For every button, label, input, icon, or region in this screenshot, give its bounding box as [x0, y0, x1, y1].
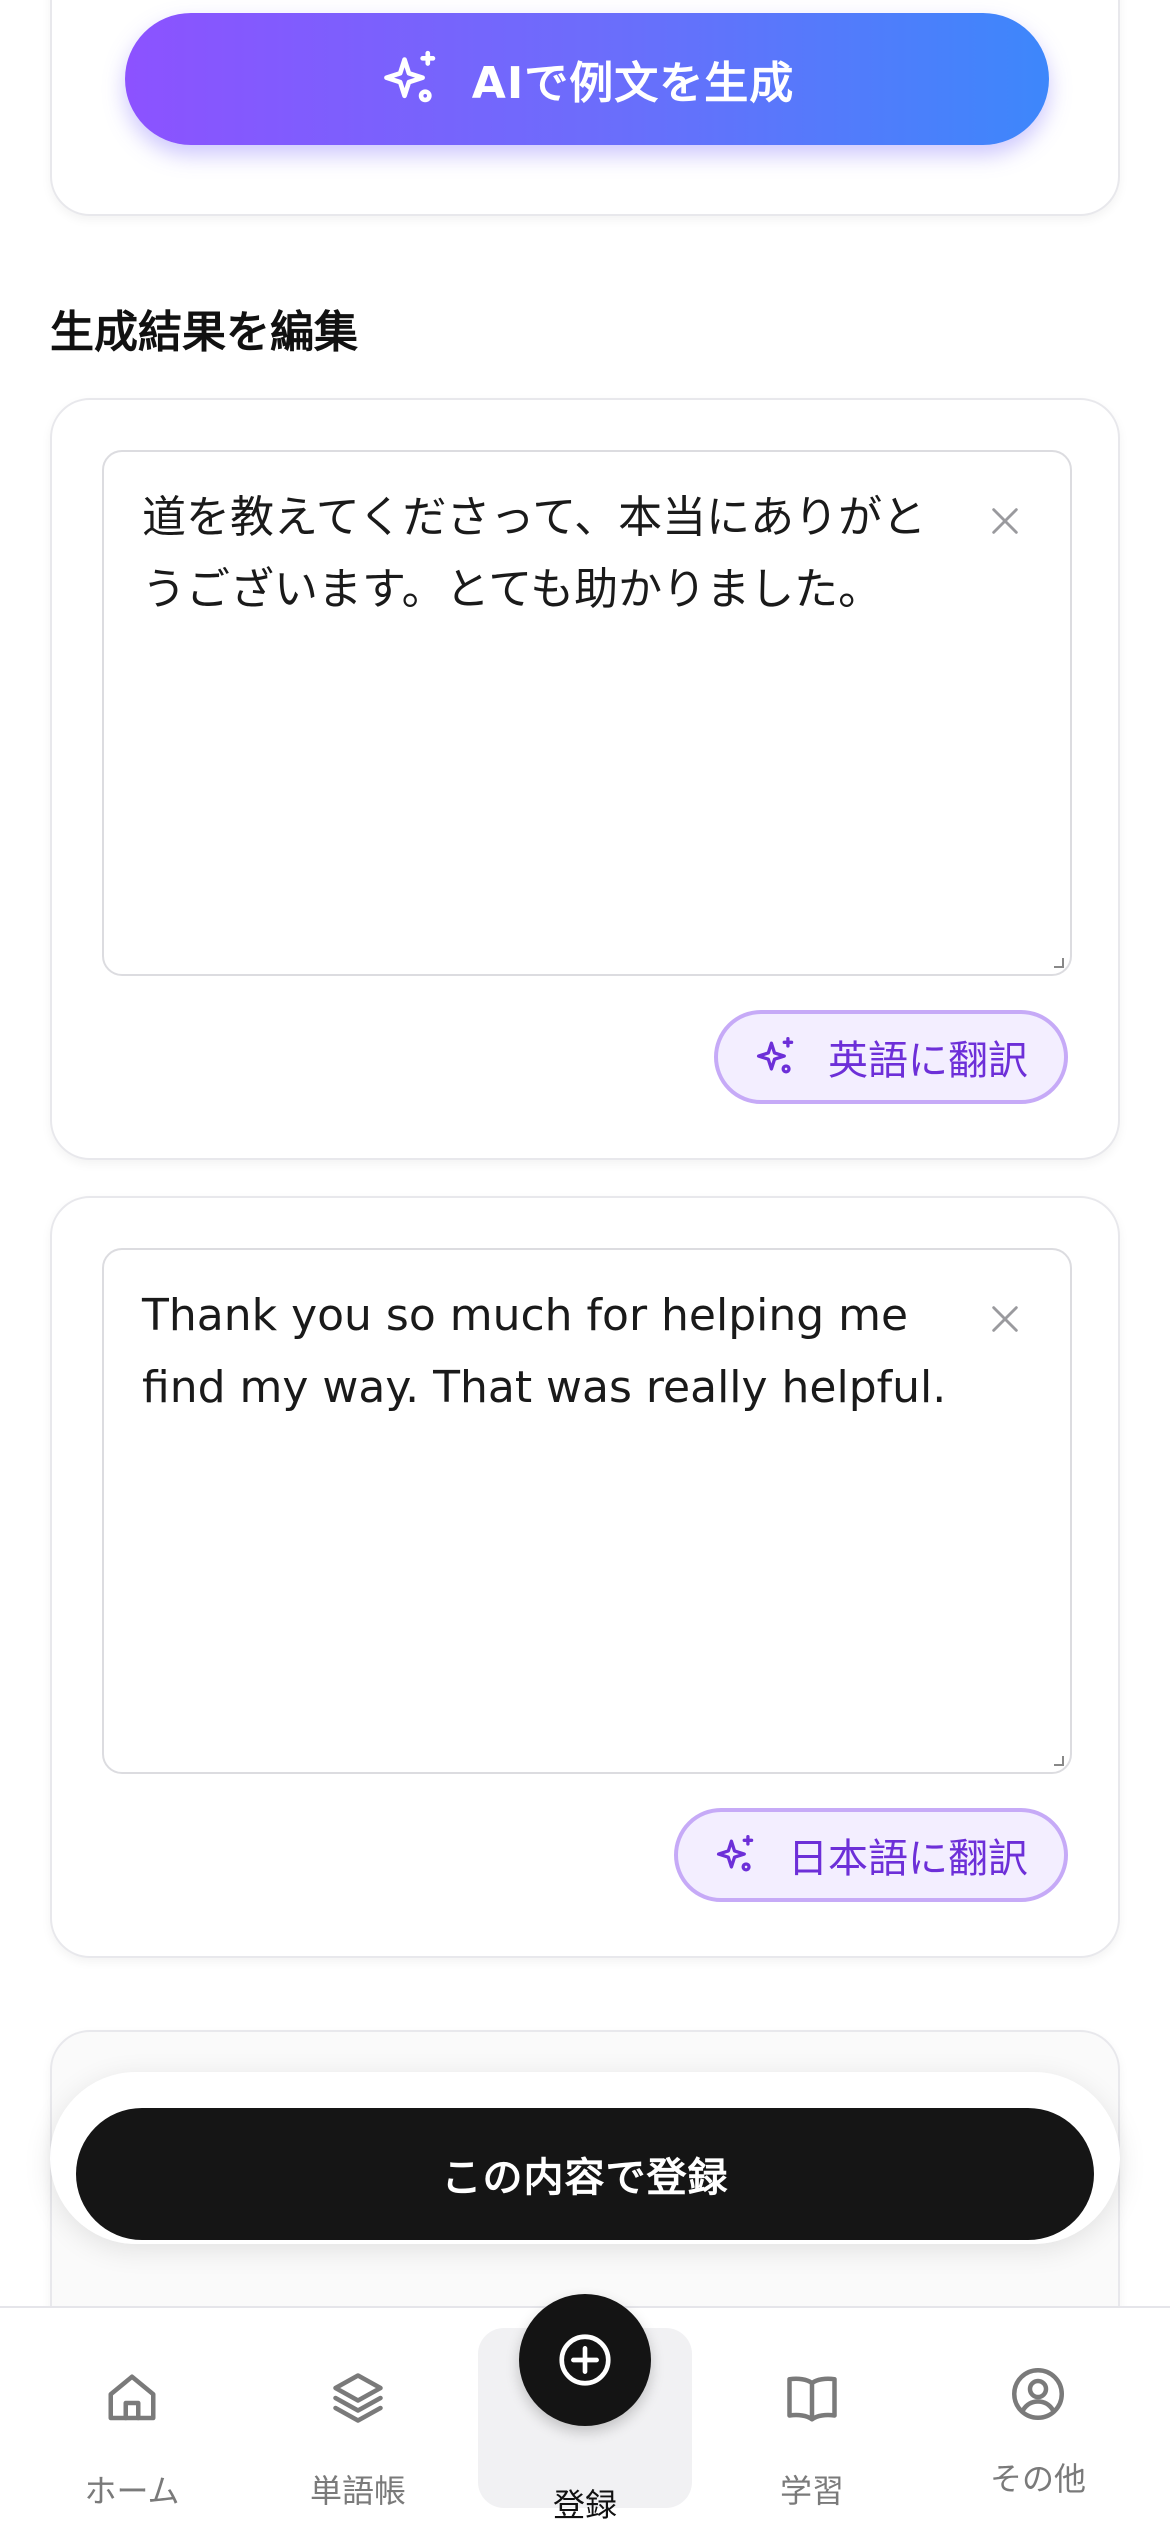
tab-study[interactable]: 学習: [695, 2308, 929, 2532]
translate-to-english-label: 英語に翻訳: [828, 1038, 1028, 1084]
register-button-label: この内容で登録: [441, 2155, 729, 2201]
translate-to-english-button[interactable]: 英語に翻訳: [714, 1010, 1068, 1104]
resize-handle[interactable]: [1054, 958, 1064, 968]
sparkles-icon: [383, 50, 436, 103]
english-sentence-card: Thank you so much for helping me find my…: [50, 1196, 1120, 1958]
register-button[interactable]: この内容で登録: [76, 2108, 1094, 2240]
user-circle-icon: [1008, 2364, 1068, 2424]
book-open-icon: [782, 2368, 842, 2428]
bottom-tab-bar: ホーム 単語帳 登録 学習 その他: [0, 2294, 1170, 2532]
sparkles-icon: [716, 1835, 754, 1872]
japanese-sentence-field[interactable]: 道を教えてくださって、本当にありがとうございます。とても助かりました。: [102, 450, 1072, 976]
resize-handle[interactable]: [1054, 1756, 1064, 1766]
tab-register-label: 登録: [552, 2486, 617, 2524]
home-icon: [102, 2368, 162, 2428]
tab-other-label: その他: [989, 2460, 1086, 2498]
tab-other[interactable]: その他: [921, 2308, 1155, 2532]
close-icon[interactable]: [988, 504, 1022, 538]
tab-study-label: 学習: [779, 2472, 844, 2510]
plus-circle-icon: [559, 2334, 611, 2386]
tab-vocabulary-label: 単語帳: [309, 2472, 406, 2510]
tab-home-label: ホーム: [84, 2472, 180, 2510]
section-title: 生成結果を編集: [50, 307, 358, 358]
english-sentence-field[interactable]: Thank you so much for helping me find my…: [102, 1248, 1072, 1774]
translate-to-japanese-label: 日本語に翻訳: [788, 1836, 1028, 1882]
english-sentence-text[interactable]: Thank you so much for helping me find my…: [142, 1280, 962, 1424]
translate-to-japanese-button[interactable]: 日本語に翻訳: [674, 1808, 1068, 1902]
japanese-sentence-card: 道を教えてくださって、本当にありがとうございます。とても助かりました。 英語に翻…: [50, 398, 1120, 1160]
layers-icon: [328, 2368, 388, 2428]
generate-card: AIで例文を生成: [50, 0, 1120, 216]
sparkles-icon: [756, 1037, 794, 1074]
generate-example-label: AIで例文を生成: [471, 58, 795, 109]
register-bar: この内容で登録: [50, 2072, 1120, 2244]
close-icon[interactable]: [988, 1302, 1022, 1336]
tab-home[interactable]: ホーム: [15, 2308, 249, 2532]
register-tab-button[interactable]: [519, 2294, 651, 2426]
japanese-sentence-text[interactable]: 道を教えてくださって、本当にありがとうございます。とても助かりました。: [142, 482, 962, 626]
generate-example-button[interactable]: AIで例文を生成: [125, 13, 1049, 145]
tab-vocabulary[interactable]: 単語帳: [241, 2308, 475, 2532]
